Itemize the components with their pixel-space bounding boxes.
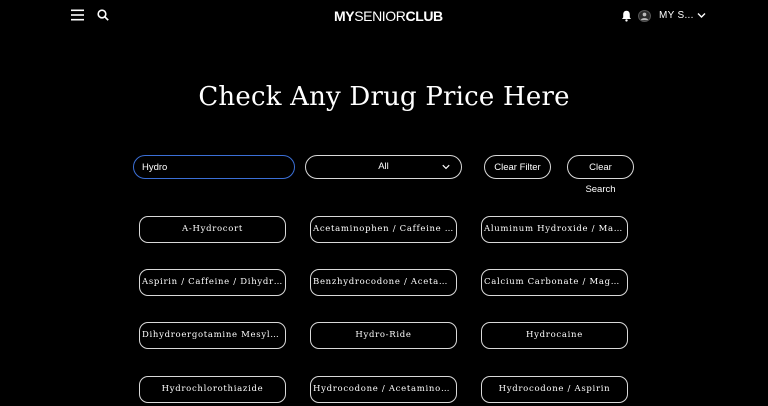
- drug-item[interactable]: Hydrocodone / Aspirin: [481, 376, 628, 403]
- bell-icon[interactable]: [621, 10, 632, 22]
- logo-my: MY: [334, 8, 355, 24]
- drug-item[interactable]: Acetaminophen / Caffeine / Dihydrocodein…: [310, 216, 457, 243]
- drug-item[interactable]: Calcium Carbonate / Magnesium Hydroxide: [481, 269, 628, 296]
- category-select-value: All: [378, 161, 389, 172]
- chevron-down-icon: [442, 164, 450, 170]
- avatar[interactable]: [638, 10, 651, 22]
- drug-item[interactable]: Aspirin / Caffeine / Dihydrocodeine: [139, 269, 286, 296]
- drug-item[interactable]: Hydrocaine: [481, 322, 628, 349]
- category-select[interactable]: All: [305, 155, 462, 179]
- chevron-down-icon[interactable]: [697, 12, 706, 19]
- drug-item[interactable]: Dihydroergotamine Mesylate: [139, 322, 286, 349]
- clear-search-button[interactable]: Clear Search: [567, 155, 634, 195]
- drug-item[interactable]: A-Hydrocort: [139, 216, 286, 243]
- drug-item[interactable]: Aluminum Hydroxide / Magnesium Hydroxide: [481, 216, 628, 243]
- drug-search-input[interactable]: [133, 155, 295, 179]
- top-bar: MYSENIORCLUB MY S...: [0, 0, 768, 32]
- drug-item[interactable]: Hydro-Ride: [310, 322, 457, 349]
- page: MYSENIORCLUB MY S... Check Any Drug Pric…: [0, 0, 768, 406]
- search-icon[interactable]: [97, 9, 109, 21]
- page-title: Check Any Drug Price Here: [198, 82, 570, 112]
- drug-item[interactable]: Hydrochlorothiazide: [139, 376, 286, 403]
- user-name[interactable]: MY S...: [659, 10, 694, 22]
- drug-item[interactable]: Benzhydrocodone / Acetaminophen: [310, 269, 457, 296]
- clear-filter-button[interactable]: Clear Filter: [484, 155, 551, 179]
- menu-icon[interactable]: [71, 9, 84, 21]
- logo-senior: SENIOR: [354, 8, 406, 24]
- site-logo[interactable]: MYSENIORCLUB: [334, 7, 443, 25]
- drug-item[interactable]: Hydrocodone / Acetaminophen: [310, 376, 457, 403]
- logo-club: CLUB: [405, 8, 443, 24]
